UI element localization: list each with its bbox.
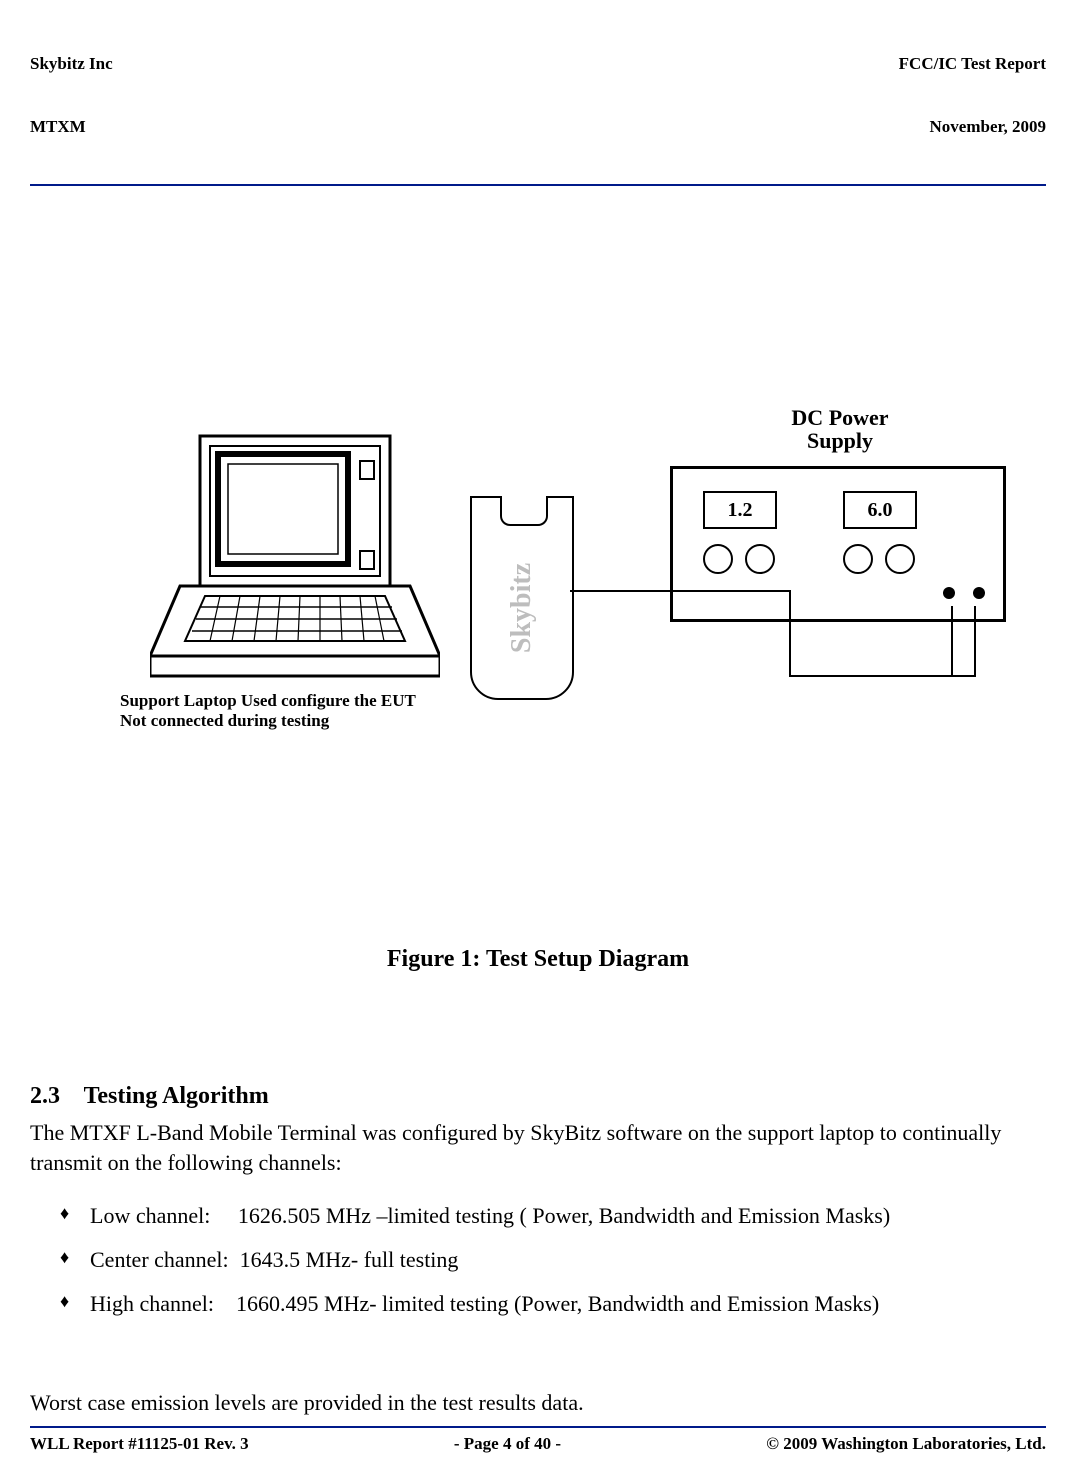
- footer-copyright: © 2009 Washington Laboratories, Ltd.: [766, 1434, 1046, 1454]
- footer-page-number: - Page 4 of 40 -: [454, 1434, 561, 1454]
- header-model: MTXM: [30, 116, 113, 137]
- laptop-caption-l1: Support Laptop Used configure the EUT: [120, 691, 416, 711]
- channel-list: Low channel: 1626.505 MHz –limited testi…: [30, 1187, 1046, 1332]
- list-item: High channel: 1660.495 MHz- limited test…: [90, 1289, 1046, 1319]
- header-date: November, 2009: [899, 116, 1046, 137]
- header-report-type: FCC/IC Test Report: [899, 53, 1046, 74]
- eut-device: Skybitz: [470, 496, 574, 700]
- dc-power-supply: 1.2 6.0: [670, 466, 1006, 622]
- intro-paragraph: The MTXF L-Band Mobile Terminal was conf…: [30, 1118, 1046, 1177]
- section-title: Testing Algorithm: [84, 1083, 269, 1109]
- list-item: Low channel: 1626.505 MHz –limited testi…: [90, 1201, 1046, 1231]
- psu-display-1: 1.2: [703, 491, 777, 529]
- device-label: Skybitz: [506, 563, 538, 653]
- psu-caption-l1: DC Power: [740, 406, 940, 429]
- psu-knob: [885, 544, 915, 574]
- device-notch: [500, 496, 548, 526]
- section-heading: 2.3 Testing Algorithm: [30, 1083, 1046, 1110]
- laptop-caption-l2: Not connected during testing: [120, 711, 416, 731]
- laptop-caption: Support Laptop Used configure the EUT No…: [120, 691, 416, 732]
- footer-rule: [30, 1426, 1046, 1428]
- psu-display-2: 6.0: [843, 491, 917, 529]
- page-footer: WLL Report #11125-01 Rev. 3 - Page 4 of …: [30, 1426, 1046, 1454]
- laptop-icon: [150, 426, 440, 686]
- psu-jack: [943, 587, 955, 599]
- psu-caption: DC Power Supply: [740, 406, 940, 452]
- test-setup-diagram: Skybitz DC Power Supply 1.2 6.0 Support …: [90, 366, 1046, 786]
- list-item: Center channel: 1643.5 MHz- full testing: [90, 1245, 1046, 1275]
- footer-report-id: WLL Report #11125-01 Rev. 3: [30, 1434, 249, 1454]
- psu-knob: [703, 544, 733, 574]
- psu-caption-l2: Supply: [740, 429, 940, 452]
- page-header: Skybitz Inc MTXM FCC/IC Test Report Nove…: [30, 10, 1046, 180]
- psu-knob: [843, 544, 873, 574]
- header-company: Skybitz Inc: [30, 53, 113, 74]
- header-rule: [30, 184, 1046, 186]
- figure-title: Figure 1: Test Setup Diagram: [30, 946, 1046, 973]
- section-number: 2.3: [30, 1083, 60, 1109]
- psu-knob: [745, 544, 775, 574]
- psu-jack: [973, 587, 985, 599]
- closing-paragraph: Worst case emission levels are provided …: [30, 1388, 1046, 1418]
